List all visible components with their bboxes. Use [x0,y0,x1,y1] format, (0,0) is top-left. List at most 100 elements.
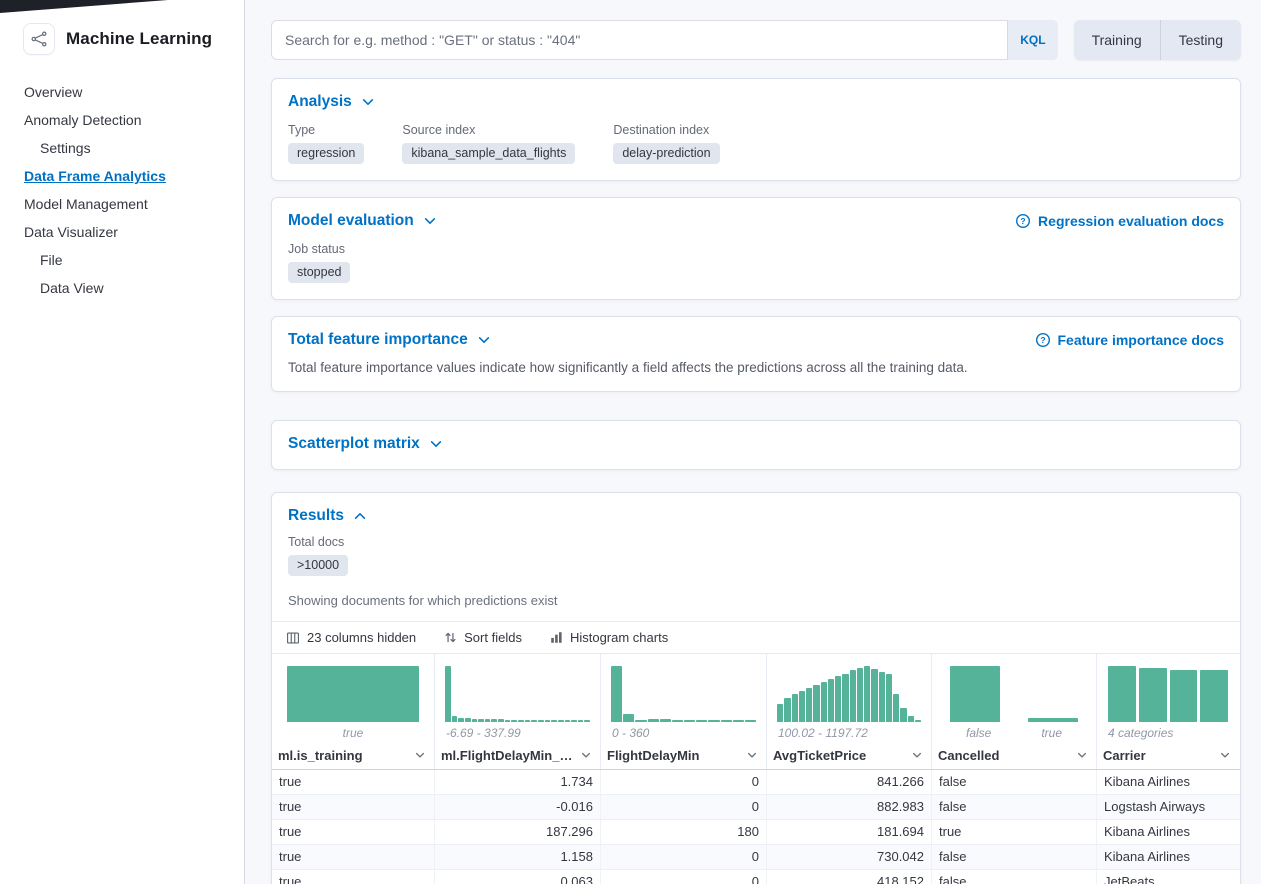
histogram-bar [950,666,1000,722]
model-evaluation-title: Model evaluation [288,212,414,230]
table-row: true1.7340841.266falseKibana Airlines [272,770,1240,795]
histogram-bar [908,716,914,722]
scatterplot-matrix-panel: Scatterplot matrix [271,420,1241,470]
feature-importance-description: Total feature importance values indicate… [288,360,1224,375]
histogram-bar [777,704,783,722]
histogram-bar [915,720,921,722]
training-button[interactable]: Training [1074,20,1160,60]
column-actions-chevron-icon[interactable] [744,747,760,763]
histogram-bar [871,669,877,722]
cell-flight_delay_min: 0 [601,870,767,884]
sidebar-header: Machine Learning [0,24,244,78]
column-header-flight_delay_min: 0 - 360FlightDelayMin [601,654,767,769]
column-title-flight_delay_min_pred: ml.FlightDelayMin_pred [441,748,576,763]
column-title-carrier: Carrier [1103,748,1146,763]
histogram-bar [696,720,707,722]
column-header-flight_delay_min_pred: -6.69 - 337.99ml.FlightDelayMin_pred [435,654,601,769]
kql-language-button[interactable]: KQL [1007,20,1057,60]
cell-flight_delay_min_pred: 187.296 [435,820,601,844]
sidebar-item-data-visualizer[interactable]: Data Visualizer [0,218,244,246]
histogram-bar [565,720,571,722]
analysis-type-field: Type regression [288,123,364,164]
scatterplot-title: Scatterplot matrix [288,435,420,453]
cell-avg_ticket_price: 730.042 [767,845,932,869]
avg_ticket_price-range-label: 100.02 - 1197.72 [773,722,925,747]
column-actions-chevron-icon[interactable] [1074,747,1090,763]
search-input[interactable] [271,20,1007,60]
histogram-bar [635,720,646,722]
column-header-carrier: 4 categoriesCarrier [1097,654,1239,769]
chevron-down-icon [429,437,443,451]
grid-toolbar: 23 columns hidden Sort fields Histogram … [272,621,1240,654]
histogram-bar [472,719,478,722]
sidebar-nav: OverviewAnomaly DetectionSettingsData Fr… [0,78,244,302]
feature-importance-collapse-toggle[interactable]: Total feature importance [288,331,491,349]
histogram-bar [518,720,524,722]
sidebar-item-data-view[interactable]: Data View [0,274,244,302]
cell-is_training: true [272,845,435,869]
sidebar: Machine Learning OverviewAnomaly Detecti… [0,0,245,884]
histogram-bar [623,714,634,722]
column-title-avg_ticket_price: AvgTicketPrice [773,748,866,763]
cell-flight_delay_min: 0 [601,845,767,869]
histogram-bar [505,720,511,722]
flight_delay_min_pred-histogram [441,664,594,722]
sidebar-item-settings[interactable]: Settings [0,134,244,162]
cell-is_training: true [272,795,435,819]
regression-evaluation-docs-link[interactable]: ? Regression evaluation docs [1015,213,1224,229]
histogram-bar [498,719,504,722]
histogram-bar [1108,666,1136,722]
column-actions-chevron-icon[interactable] [909,747,925,763]
histogram-bar [792,694,798,722]
flight_delay_min-histogram [607,664,760,722]
sidebar-item-model-management[interactable]: Model Management [0,190,244,218]
histogram-charts-button[interactable]: Histogram charts [550,630,668,645]
sidebar-item-data-frame-analytics[interactable]: Data Frame Analytics [0,162,244,190]
total-docs-field: Total docs >10000 [288,535,348,576]
field-label: Total docs [288,535,348,549]
grid-body: true1.7340841.266falseKibana Airlinestru… [272,770,1240,884]
columns-hidden-button[interactable]: 23 columns hidden [286,630,416,645]
cell-cancelled: false [932,770,1097,794]
feature-importance-panel: Total feature importance ? Feature impor… [271,316,1241,392]
cell-avg_ticket_price: 418.152 [767,870,932,884]
sidebar-item-overview[interactable]: Overview [0,78,244,106]
histogram-bar [835,676,841,722]
sort-fields-button[interactable]: Sort fields [444,630,522,645]
search-bar: KQL [271,20,1058,60]
columns-hidden-label: 23 columns hidden [307,630,416,645]
column-actions-chevron-icon[interactable] [412,747,428,763]
analysis-collapse-toggle[interactable]: Analysis [288,93,375,111]
histogram-bar [842,674,848,722]
histogram-bar [491,719,497,722]
chevron-down-icon [477,333,491,347]
histogram-bar [784,698,790,722]
field-label: Destination index [613,123,719,137]
avg_ticket_price-histogram [773,664,925,722]
scatterplot-collapse-toggle[interactable]: Scatterplot matrix [288,435,443,453]
histogram-bar [531,720,537,722]
feature-importance-docs-link[interactable]: ? Feature importance docs [1035,332,1225,348]
source-index-badge: kibana_sample_data_flights [402,143,575,164]
cancelled-range-label: falsetrue [938,722,1090,747]
testing-button[interactable]: Testing [1160,20,1241,60]
column-actions-chevron-icon[interactable] [1217,747,1233,763]
histogram-bar [900,708,906,722]
cell-avg_ticket_price: 841.266 [767,770,932,794]
results-data-grid: trueml.is_training-6.69 - 337.99ml.Fligh… [272,654,1240,884]
cell-carrier: Kibana Airlines [1097,820,1239,844]
cell-avg_ticket_price: 882.983 [767,795,932,819]
histogram-bar [511,720,517,722]
histogram-bar [558,720,564,722]
sidebar-item-file[interactable]: File [0,246,244,274]
column-actions-chevron-icon[interactable] [578,747,594,763]
cell-cancelled: false [932,795,1097,819]
histogram-bar [465,718,471,722]
model-evaluation-collapse-toggle[interactable]: Model evaluation [288,212,437,230]
cell-cancelled: false [932,845,1097,869]
histogram-bar [821,682,827,722]
results-title: Results [288,507,344,525]
chevron-down-icon [423,214,437,228]
results-collapse-toggle[interactable]: Results [288,507,367,525]
sidebar-item-anomaly-detection[interactable]: Anomaly Detection [0,106,244,134]
